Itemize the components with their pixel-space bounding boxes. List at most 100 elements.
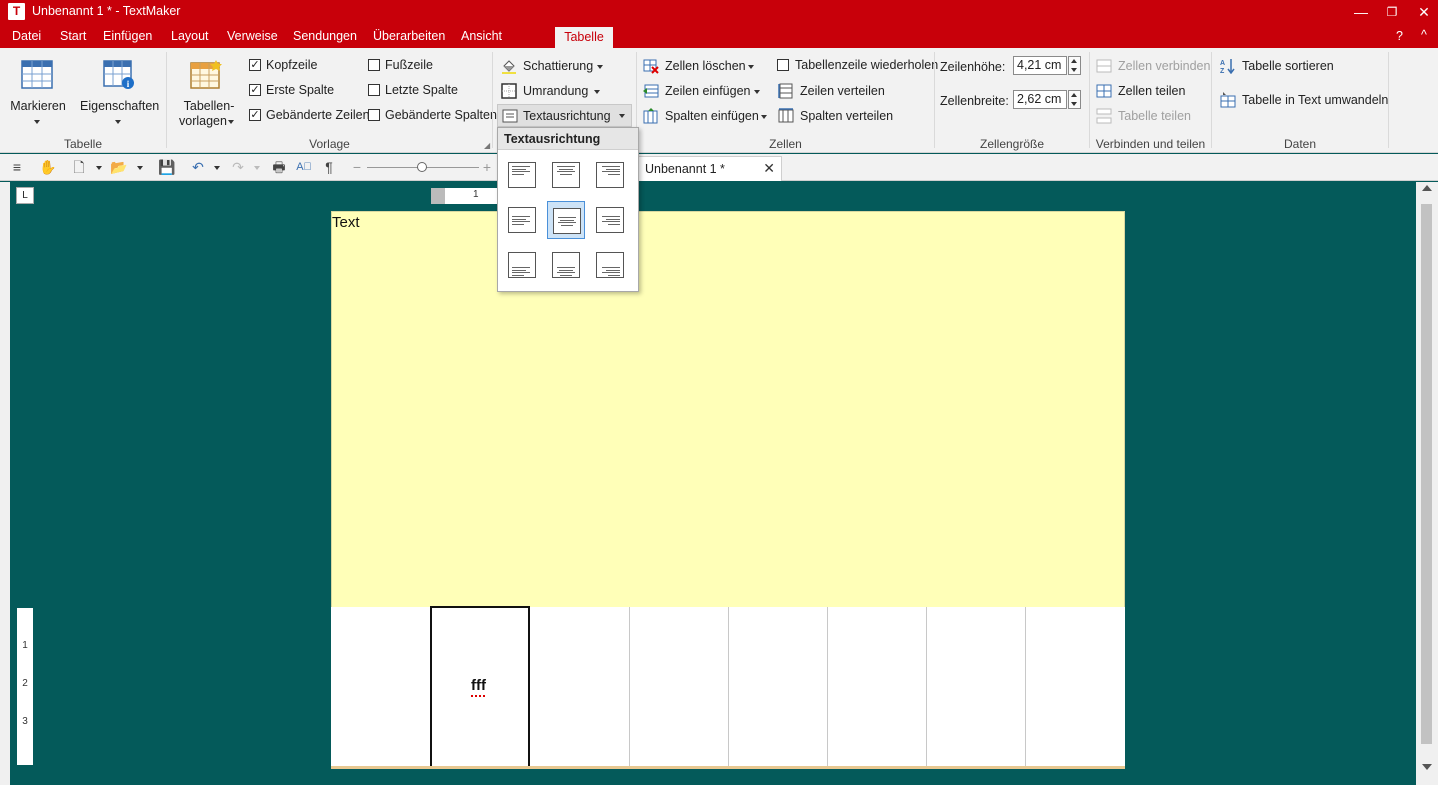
- menu-layout[interactable]: Layout: [171, 29, 209, 43]
- align-bottom-center-icon[interactable]: [547, 246, 585, 284]
- cell-border: [728, 607, 729, 767]
- chevron-down-icon: [228, 120, 234, 124]
- dialog-launcher-icon[interactable]: ◢: [484, 141, 490, 150]
- zoom-out-icon[interactable]: −: [348, 158, 366, 176]
- align-top-right-icon[interactable]: [591, 156, 629, 194]
- align-preview-line: [558, 222, 576, 223]
- open-folder-icon[interactable]: 📂: [110, 158, 128, 176]
- delete-cells-icon: [643, 59, 659, 74]
- ruler-indent-marker[interactable]: [431, 188, 445, 204]
- spalten-verteilen-label: Spalten verteilen: [800, 109, 894, 123]
- align-preview-line: [602, 171, 620, 172]
- svg-text:A: A: [1220, 60, 1225, 67]
- fusszeile-label: Fußzeile: [385, 58, 433, 72]
- menu-einfuegen[interactable]: Einfügen: [103, 29, 152, 43]
- spin-down-icon: [1071, 68, 1077, 72]
- zoom-slider-thumb[interactable]: [417, 162, 427, 172]
- textmaker-app-icon[interactable]: T: [8, 3, 25, 20]
- chevron-down-icon[interactable]: [214, 166, 220, 170]
- hand-tool-icon[interactable]: ✋: [39, 158, 57, 176]
- align-bottom-right-icon[interactable]: [591, 246, 629, 284]
- chevron-down-icon: [619, 114, 625, 118]
- eigenschaften-label: Eigenschaften: [80, 99, 160, 113]
- vertical-scrollbar[interactable]: [1416, 182, 1438, 785]
- gebaenderte-spalten-checkbox[interactable]: [368, 109, 380, 121]
- tabellenzeile-wiederholen-checkbox[interactable]: [777, 59, 789, 71]
- group-separator: [934, 52, 935, 148]
- spellcheck-icon[interactable]: A⃞: [295, 158, 313, 176]
- scroll-up-icon[interactable]: [1422, 185, 1432, 191]
- menu-verweise[interactable]: Verweise: [227, 29, 278, 43]
- tabellenvorlagen-label-line2: vorlagen: [179, 114, 227, 128]
- zeilenhoehe-spinner[interactable]: [1068, 56, 1081, 75]
- menu-ueberarbeiten[interactable]: Überarbeiten: [373, 29, 445, 43]
- undo-icon[interactable]: ↶: [189, 158, 207, 176]
- horizontal-ruler[interactable]: 1: [431, 188, 497, 204]
- align-middle-right-icon[interactable]: [591, 201, 629, 239]
- align-top-left-icon[interactable]: [503, 156, 541, 194]
- close-button[interactable]: ✕: [1408, 0, 1438, 24]
- border-icon: [501, 83, 517, 99]
- chevron-down-icon[interactable]: [137, 166, 143, 170]
- tab-stop-selector[interactable]: L: [16, 187, 34, 204]
- menu-datei[interactable]: Datei: [12, 29, 41, 43]
- align-preview-line: [558, 217, 576, 218]
- zoom-slider[interactable]: [367, 162, 479, 172]
- group-label-zellengroesse: Zellengröße: [979, 137, 1045, 151]
- sidebar-menu-icon[interactable]: ≡: [8, 158, 26, 176]
- chevron-down-icon[interactable]: [254, 166, 260, 170]
- align-preview-line: [512, 221, 530, 222]
- align-preview-line: [559, 168, 573, 170]
- save-icon[interactable]: 💾: [158, 158, 176, 176]
- left-panel-edge[interactable]: [0, 182, 10, 785]
- fusszeile-checkbox[interactable]: [368, 59, 380, 71]
- chevron-down-icon: [594, 90, 600, 94]
- tabellenvorlagen-label-line1: Tabellen-: [183, 99, 235, 113]
- zellenbreite-input[interactable]: 2,62 cm: [1013, 90, 1067, 109]
- document-tab[interactable]: Unbenannt 1 * ✕: [636, 156, 782, 181]
- chevron-down-icon: [34, 120, 40, 124]
- gebaenderte-zeilen-checkbox[interactable]: ✓: [249, 109, 261, 121]
- redo-icon[interactable]: ↷: [229, 158, 247, 176]
- group-label-tabelle: Tabelle: [63, 137, 103, 151]
- menu-ansicht[interactable]: Ansicht: [461, 29, 502, 43]
- zoom-in-icon[interactable]: +: [478, 158, 496, 176]
- zeilenhoehe-input[interactable]: 4,21 cm: [1013, 56, 1067, 75]
- chevron-down-icon: [748, 65, 754, 69]
- scrollbar-thumb[interactable]: [1421, 204, 1432, 744]
- vertical-ruler[interactable]: 1 2 3: [17, 608, 33, 765]
- table-cell-header[interactable]: [331, 211, 1125, 608]
- menu-start[interactable]: Start: [60, 29, 86, 43]
- erste-spalte-checkbox[interactable]: ✓: [249, 84, 261, 96]
- group-label-vorlage: Vorlage: [309, 137, 350, 151]
- cell-border: [1025, 607, 1026, 767]
- help-icon[interactable]: ?: [1396, 29, 1403, 43]
- print-icon[interactable]: 🖶: [270, 158, 288, 176]
- letzte-spalte-checkbox[interactable]: [368, 84, 380, 96]
- tabelle-sortieren-label: Tabelle sortieren: [1242, 59, 1334, 73]
- textausrichtung-button[interactable]: Textausrichtung: [497, 104, 632, 127]
- restore-button[interactable]: ❐: [1376, 0, 1408, 24]
- close-icon[interactable]: ✕: [763, 160, 775, 177]
- scroll-down-icon[interactable]: [1422, 764, 1432, 770]
- cell-border: [827, 607, 828, 767]
- pilcrow-icon[interactable]: ¶: [320, 158, 338, 176]
- collapse-ribbon-icon[interactable]: ^: [1421, 28, 1427, 42]
- align-top-center-icon[interactable]: [547, 156, 585, 194]
- kopfzeile-checkbox[interactable]: ✓: [249, 59, 261, 71]
- split-cells-icon: [1096, 84, 1112, 98]
- align-middle-left-icon[interactable]: [503, 201, 541, 239]
- menu-sendungen[interactable]: Sendungen: [293, 29, 357, 43]
- align-preview-line: [602, 216, 620, 217]
- zellenbreite-spinner[interactable]: [1068, 90, 1081, 109]
- align-preview-line: [557, 166, 575, 167]
- align-preview-line: [608, 274, 620, 276]
- align-preview-line: [606, 269, 620, 271]
- new-document-icon[interactable]: 🗋: [70, 158, 88, 176]
- align-middle-center-icon[interactable]: [547, 201, 585, 239]
- tab-tabelle[interactable]: Tabelle: [555, 27, 613, 48]
- gebaenderte-zeilen-label: Gebänderte Zeilen: [266, 108, 370, 122]
- chevron-down-icon[interactable]: [96, 166, 102, 170]
- minimize-button[interactable]: —: [1345, 0, 1377, 24]
- align-bottom-left-icon[interactable]: [503, 246, 541, 284]
